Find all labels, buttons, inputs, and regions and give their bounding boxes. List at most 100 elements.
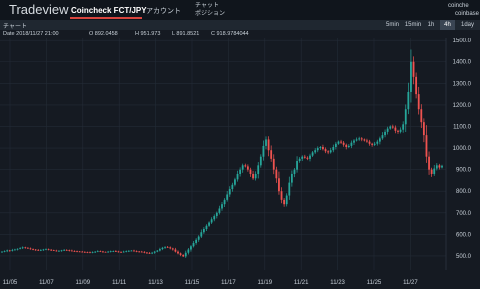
y-tick-label: 600.0 (456, 232, 472, 238)
candle-body (3, 251, 6, 253)
candle-body (104, 251, 107, 253)
candle-body (52, 250, 55, 251)
candle-body (366, 140, 368, 142)
candle-body (78, 251, 81, 253)
candle-body (278, 178, 280, 192)
candle-body (386, 128, 389, 132)
candle-body (174, 249, 177, 252)
position-tab[interactable]: ポジション (195, 10, 225, 18)
candle-body (1, 251, 3, 253)
candle-body (171, 248, 174, 250)
market-tab[interactable]: Coincheck FCT/JPY (71, 6, 147, 15)
external-link-coincheck[interactable]: coinche (448, 3, 469, 9)
candle-body (184, 252, 187, 257)
candle-body (246, 166, 249, 170)
candle-body (89, 252, 91, 254)
candle-body (249, 169, 252, 174)
candle-body (197, 236, 200, 240)
candle-body (231, 184, 234, 190)
candle-body (156, 250, 159, 252)
candle-body (63, 249, 66, 251)
chart-toolbar: チャート 5min 15min 1h 4h 1day (0, 20, 480, 30)
candle-body (158, 249, 161, 251)
candle-body (50, 249, 53, 251)
candle-body (285, 195, 288, 205)
y-tick-label: 1300.0 (453, 81, 472, 87)
candle-body (283, 199, 286, 205)
candle-body (42, 249, 45, 251)
candle-body (65, 249, 68, 251)
timeframe-5min-button[interactable]: 5min (383, 20, 402, 30)
candle-body (425, 135, 428, 157)
candle-body (430, 169, 433, 174)
y-tick-label: 1200.0 (453, 103, 472, 109)
x-tick-label: 11/13 (148, 280, 163, 286)
brand-logo[interactable]: Tradeview (9, 2, 68, 17)
candle-body (140, 251, 143, 253)
candle-body (368, 141, 371, 144)
candle-body (337, 141, 340, 144)
candle-body (428, 156, 430, 170)
candle-body (327, 151, 330, 153)
candle-body (187, 249, 190, 253)
candle-body (81, 251, 84, 253)
candlestick-chart[interactable]: 1500.0 1400.0 1300.0 1200.0 1100.0 1000.0 900.… (0, 38, 480, 289)
candle-body (96, 251, 99, 253)
candle-body (8, 250, 11, 252)
candle-body (192, 243, 195, 247)
candle-body (298, 158, 301, 162)
candle-body (130, 250, 133, 252)
candle-body (24, 247, 27, 249)
candle-body (94, 251, 97, 253)
candle-body (112, 251, 115, 252)
y-tick-label: 500.0 (456, 254, 472, 260)
candle-body (179, 253, 182, 255)
candle-body (125, 251, 128, 253)
candle-body (342, 142, 345, 145)
candle-body (433, 168, 436, 174)
chat-tab[interactable]: チャット (195, 2, 225, 10)
ohlc-readout: Date 2018/11/27 21:00 O 892.0458 H 951.9… (0, 30, 480, 38)
timeframe-4h-button[interactable]: 4h (440, 20, 455, 30)
candle-body (164, 246, 166, 248)
candle-body (109, 251, 112, 253)
candle-body (280, 191, 283, 200)
candle-body (29, 248, 32, 250)
timeframe-1h-button[interactable]: 1h (424, 20, 438, 30)
candle-body (314, 150, 317, 153)
candle-body (161, 247, 164, 250)
candle-body (45, 249, 47, 251)
chat-position-menu: チャット ポジション (195, 2, 225, 18)
account-tab[interactable]: アカウント (146, 6, 181, 16)
candle-body (381, 135, 384, 139)
candle-body (117, 251, 120, 253)
candle-body (301, 156, 304, 159)
candle-body (303, 156, 306, 158)
candle-body (133, 250, 135, 252)
candle-body (58, 250, 60, 252)
candle-body (417, 94, 420, 110)
candle-body (358, 138, 361, 140)
candle-body (83, 251, 86, 253)
candle-body (102, 251, 104, 253)
candle-body (371, 143, 374, 145)
candle-body (267, 139, 270, 151)
candle-body (234, 179, 236, 185)
candle-body (254, 173, 257, 179)
ohlc-open: O 892.0458 (89, 31, 118, 37)
candle-body (270, 150, 273, 159)
x-tick-label: 11/25 (367, 280, 382, 286)
candle-body (19, 248, 22, 250)
candle-body (319, 146, 322, 149)
candle-body (6, 250, 9, 252)
candle-body (228, 189, 231, 195)
candle-body (215, 212, 218, 217)
external-link-coinbase[interactable]: coinbase (455, 11, 479, 17)
y-tick-label: 700.0 (456, 211, 472, 217)
timeframe-1day-button[interactable]: 1day (457, 20, 478, 30)
ohlc-low: L 891.8521 (172, 31, 200, 37)
timeframe-15min-button[interactable]: 15min (402, 20, 424, 30)
candle-body (143, 251, 146, 253)
candle-body (345, 144, 348, 147)
active-tab-indicator (70, 17, 142, 19)
